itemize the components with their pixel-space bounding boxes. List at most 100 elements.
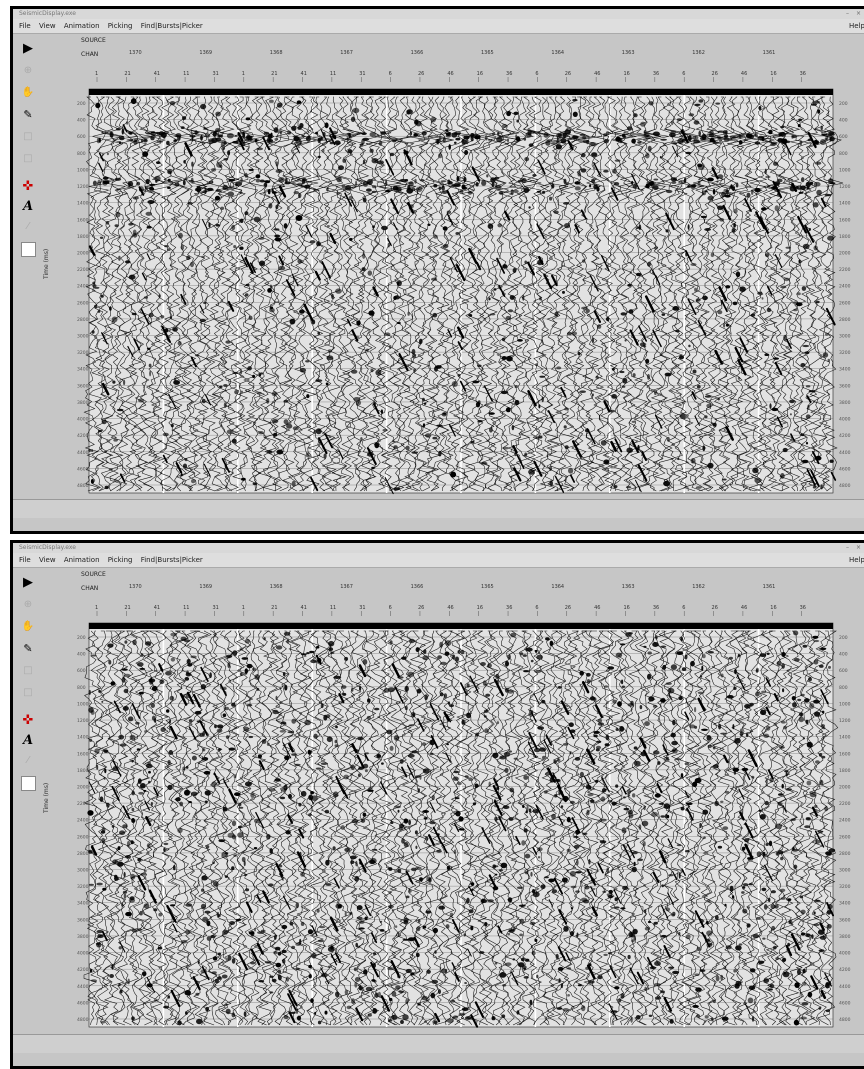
reflection-peak <box>494 962 498 965</box>
reflection-peak <box>820 647 827 651</box>
reflection-peak <box>237 832 244 838</box>
reflection-peak <box>722 826 729 830</box>
reflection-peak <box>363 969 368 975</box>
reflection-peak <box>350 860 355 864</box>
reflection-peak <box>117 861 124 867</box>
reflection-peak <box>653 750 660 755</box>
channel-number: 36 <box>800 71 806 77</box>
reflection-peak <box>464 982 467 984</box>
reflection-peak <box>362 252 366 259</box>
time-tick-right: 600 <box>839 134 848 140</box>
time-tick-right: 3600 <box>839 383 851 389</box>
reflection-peak <box>387 967 395 971</box>
reflection-peak <box>816 189 822 196</box>
reflection-peak <box>163 847 166 852</box>
reflection-peak <box>697 180 701 186</box>
reflection-peak <box>789 413 792 416</box>
reflection-peak <box>138 691 144 695</box>
reflection-peak <box>644 926 650 931</box>
reflection-peak <box>720 732 727 735</box>
reflection-peak <box>346 1005 352 1010</box>
reflection-peak <box>115 127 121 131</box>
reflection-peak <box>706 930 713 936</box>
reflection-peak <box>514 385 518 389</box>
reflection-peak <box>131 1016 135 1021</box>
channel-number: 11 <box>183 71 189 77</box>
time-tick-left: 1600 <box>77 751 89 757</box>
reflection-peak <box>815 140 820 145</box>
reflection-peak <box>806 780 812 786</box>
reflection-peak <box>410 131 413 136</box>
reflection-peak <box>581 306 588 310</box>
reflection-peak <box>463 933 466 937</box>
reflection-peak <box>452 654 456 660</box>
reflection-peak <box>140 653 144 657</box>
reflection-peak <box>825 982 830 989</box>
reflection-peak <box>169 695 175 701</box>
reflection-peak <box>186 255 191 260</box>
reflection-peak <box>498 869 504 872</box>
seismic-plot[interactable]: 1370 1369 1368 1367 1366 1365 1364 1363 1362 1361… <box>13 9 864 499</box>
seismic-window-top: SeismicDisplay.exe – × File View Animati… <box>10 6 864 534</box>
reflection-peak <box>445 129 449 132</box>
reflection-peak <box>530 871 533 877</box>
reflection-peak <box>805 441 809 445</box>
reflection-peak <box>651 811 658 817</box>
reflection-peak <box>237 802 242 807</box>
reflection-peak <box>396 280 402 287</box>
reflection-peak <box>685 802 693 806</box>
reflection-peak <box>309 240 316 244</box>
reflection-peak <box>523 187 530 194</box>
reflection-peak <box>747 997 754 1004</box>
reflection-peak <box>633 935 636 941</box>
reflection-peak <box>782 971 790 978</box>
seismic-plot[interactable]: 1370 1369 1368 1367 1366 1365 1364 1363 1362 1361… <box>13 543 864 1033</box>
reflection-peak <box>643 345 647 348</box>
reflection-peak <box>295 215 303 221</box>
reflection-peak <box>577 352 581 356</box>
reflection-peak <box>375 369 382 376</box>
reflection-peak <box>212 861 215 865</box>
reflection-peak <box>246 134 251 141</box>
source-number: 1364 <box>551 50 564 56</box>
reflection-peak <box>524 157 530 162</box>
reflection-peak <box>461 139 467 145</box>
channel-number: 6 <box>535 605 538 611</box>
time-tick-left: 4800 <box>77 1017 89 1023</box>
reflection-peak <box>120 989 123 994</box>
reflection-peak <box>717 397 720 401</box>
reflection-peak <box>162 432 169 437</box>
reflection-peak <box>510 189 514 196</box>
reflection-peak <box>689 724 696 729</box>
reflection-peak <box>252 482 257 486</box>
reflection-peak <box>647 261 651 267</box>
reflection-peak <box>758 106 762 110</box>
reflection-peak <box>274 778 281 782</box>
reflection-peak <box>806 186 810 190</box>
reflection-peak <box>678 355 685 360</box>
reflection-peak <box>226 187 233 190</box>
reflection-peak <box>291 753 298 756</box>
reflection-peak <box>350 764 355 770</box>
reflection-peak <box>160 727 166 733</box>
reflection-peak <box>315 379 323 382</box>
reflection-peak <box>662 664 667 670</box>
reflection-peak <box>528 808 532 813</box>
reflection-peak <box>350 116 356 123</box>
reflection-peak <box>443 244 449 249</box>
reflection-peak <box>782 447 788 453</box>
reflection-peak <box>725 945 732 950</box>
source-number: 1370 <box>129 50 142 56</box>
reflection-peak <box>583 899 590 904</box>
reflection-peak <box>258 980 265 983</box>
reflection-peak <box>423 402 427 405</box>
reflection-peak <box>701 665 704 671</box>
reflection-peak <box>371 848 378 851</box>
reflection-peak <box>144 186 147 189</box>
reflection-peak <box>335 903 343 909</box>
reflection-peak <box>158 912 163 917</box>
channel-number: 11 <box>330 605 336 611</box>
reflection-peak <box>500 862 508 869</box>
reflection-peak <box>298 137 301 141</box>
reflection-peak <box>381 225 388 231</box>
